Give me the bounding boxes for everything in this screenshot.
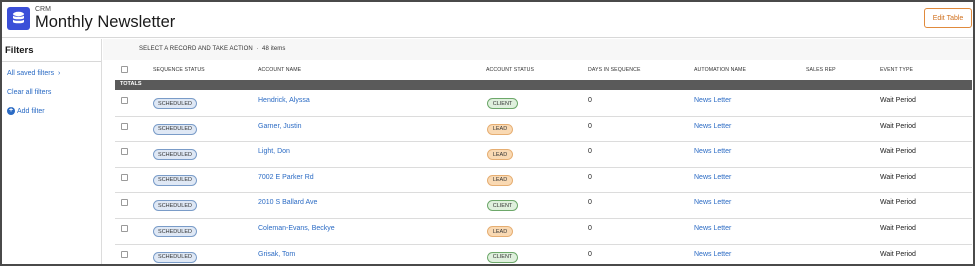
sequence-status-badge: SCHEDULED bbox=[153, 226, 197, 237]
page-header: CRM Monthly Newsletter Edit Table bbox=[2, 2, 973, 38]
table-row[interactable]: SCHEDULED 2010 S Ballard Ave CLIENT 0 News L… bbox=[115, 193, 972, 219]
action-bar-text: SELECT A RECORD AND TAKE ACTION · 48 ite… bbox=[139, 46, 286, 52]
table-row[interactable]: SCHEDULED Garner, Justin LEAD 0 News Letter W… bbox=[115, 117, 972, 143]
sidebar-divider bbox=[2, 61, 101, 62]
action-prompt: SELECT A RECORD AND TAKE ACTION bbox=[139, 46, 253, 52]
filters-title: Filters bbox=[5, 45, 34, 56]
event-type: Wait Period bbox=[880, 97, 916, 104]
table-row[interactable]: SCHEDULED Grisak, Tom CLIENT 0 News Letter Wa… bbox=[115, 245, 972, 264]
table-row[interactable]: SCHEDULED Hendrick, Alyssa CLIENT 0 News Let… bbox=[115, 91, 972, 117]
add-filter-label: Add filter bbox=[17, 107, 45, 115]
sequence-status-badge: SCHEDULED bbox=[153, 149, 197, 161]
column-header-sales-rep[interactable]: SALES REP bbox=[806, 67, 836, 73]
automation-name-link[interactable]: News Letter bbox=[694, 174, 731, 181]
account-status-badge: LEAD bbox=[487, 149, 513, 161]
table-row[interactable]: SCHEDULED Coleman-Evans, Beckye LEAD 0 News … bbox=[115, 219, 972, 245]
column-header-automation-name[interactable]: AUTOMATION NAME bbox=[694, 67, 746, 73]
saved-filters-label: All saved filters bbox=[7, 70, 55, 77]
database-icon bbox=[7, 7, 30, 30]
row-checkbox[interactable] bbox=[121, 199, 128, 207]
automation-name-link[interactable]: News Letter bbox=[694, 251, 731, 258]
account-status-badge: CLIENT bbox=[487, 251, 518, 263]
automation-name-link[interactable]: News Letter bbox=[694, 225, 731, 232]
table-row[interactable]: SCHEDULED 7002 E Parker Rd LEAD 0 News Lette… bbox=[115, 168, 972, 194]
account-status-badge: CLIENT bbox=[487, 98, 518, 109]
column-header-sequence-status[interactable]: SEQUENCE STATUS bbox=[153, 67, 205, 73]
row-checkbox[interactable] bbox=[121, 225, 128, 232]
action-bar: SELECT A RECORD AND TAKE ACTION · 48 ite… bbox=[103, 39, 973, 60]
column-header-days-in-sequence[interactable]: DAYS IN SEQUENCE bbox=[588, 67, 641, 73]
row-checkbox[interactable] bbox=[121, 148, 128, 156]
event-type: Wait Period bbox=[880, 122, 916, 130]
automation-name-link[interactable]: News Letter bbox=[694, 148, 731, 155]
account-name-link[interactable]: Grisak, Tom bbox=[258, 251, 295, 258]
event-type: Wait Period bbox=[880, 199, 916, 207]
page-title: Monthly Newsletter bbox=[35, 13, 176, 31]
automation-name-link[interactable]: News Letter bbox=[694, 123, 731, 130]
account-name-link[interactable]: Hendrick, Alyssa bbox=[258, 97, 310, 104]
column-header-account-status[interactable]: ACCOUNT STATUS bbox=[486, 67, 534, 73]
totals-bar: TOTALS bbox=[115, 80, 972, 90]
days-in-sequence: 0 bbox=[588, 148, 592, 156]
account-name-link[interactable]: Light, Don bbox=[258, 148, 290, 155]
account-name-link[interactable]: Coleman-Evans, Beckye bbox=[258, 225, 335, 232]
select-all-checkbox[interactable] bbox=[121, 66, 128, 73]
event-type: Wait Period bbox=[880, 250, 916, 258]
row-checkbox[interactable] bbox=[121, 250, 128, 258]
account-status-badge: LEAD bbox=[487, 174, 513, 186]
automation-name-link[interactable]: News Letter bbox=[694, 97, 731, 104]
app-window: CRM Monthly Newsletter Edit Table Filter… bbox=[0, 0, 975, 266]
table-row[interactable]: SCHEDULED Light, Don LEAD 0 News Letter Wait … bbox=[115, 142, 972, 168]
app-label: CRM bbox=[35, 6, 51, 13]
account-status-badge: LEAD bbox=[487, 226, 513, 237]
filters-sidebar: Filters All saved filters › Clear all fi… bbox=[2, 39, 102, 264]
account-name-link[interactable]: 2010 S Ballard Ave bbox=[258, 199, 317, 206]
account-status-badge: CLIENT bbox=[487, 200, 518, 212]
sequence-status-badge: SCHEDULED bbox=[153, 123, 197, 135]
days-in-sequence: 0 bbox=[588, 225, 592, 232]
account-status-badge: LEAD bbox=[487, 123, 513, 135]
event-type: Wait Period bbox=[880, 148, 916, 156]
main-table-area: SELECT A RECORD AND TAKE ACTION · 48 ite… bbox=[103, 39, 973, 264]
clear-all-filters-link[interactable]: Clear all filters bbox=[7, 89, 51, 96]
totals-label: TOTALS bbox=[120, 81, 142, 87]
days-in-sequence: 0 bbox=[588, 199, 592, 207]
account-name-link[interactable]: 7002 E Parker Rd bbox=[258, 174, 314, 181]
automation-name-link[interactable]: News Letter bbox=[694, 199, 731, 206]
days-in-sequence: 0 bbox=[588, 173, 592, 181]
event-type: Wait Period bbox=[880, 225, 916, 232]
sequence-status-badge: SCHEDULED bbox=[153, 174, 197, 186]
edit-table-button[interactable]: Edit Table bbox=[924, 8, 972, 28]
days-in-sequence: 0 bbox=[588, 122, 592, 130]
sequence-status-badge: SCHEDULED bbox=[153, 98, 197, 109]
row-checkbox[interactable] bbox=[121, 97, 128, 104]
row-checkbox[interactable] bbox=[121, 173, 128, 181]
row-checkbox[interactable] bbox=[121, 122, 128, 130]
column-header-account-name[interactable]: ACCOUNT NAME bbox=[258, 67, 301, 73]
all-saved-filters-link[interactable]: All saved filters › bbox=[7, 70, 60, 77]
sequence-status-badge: SCHEDULED bbox=[153, 251, 197, 263]
days-in-sequence: 0 bbox=[588, 250, 592, 258]
item-count: 48 items bbox=[262, 46, 286, 52]
days-in-sequence: 0 bbox=[588, 97, 592, 104]
sequence-status-badge: SCHEDULED bbox=[153, 200, 197, 212]
account-name-link[interactable]: Garner, Justin bbox=[258, 123, 302, 130]
add-filter-link[interactable]: + Add filter bbox=[7, 107, 45, 115]
event-type: Wait Period bbox=[880, 173, 916, 181]
plus-circle-icon: + bbox=[7, 107, 15, 115]
chevron-right-icon: › bbox=[56, 70, 61, 77]
column-header-event-type[interactable]: EVENT TYPE bbox=[880, 67, 913, 73]
